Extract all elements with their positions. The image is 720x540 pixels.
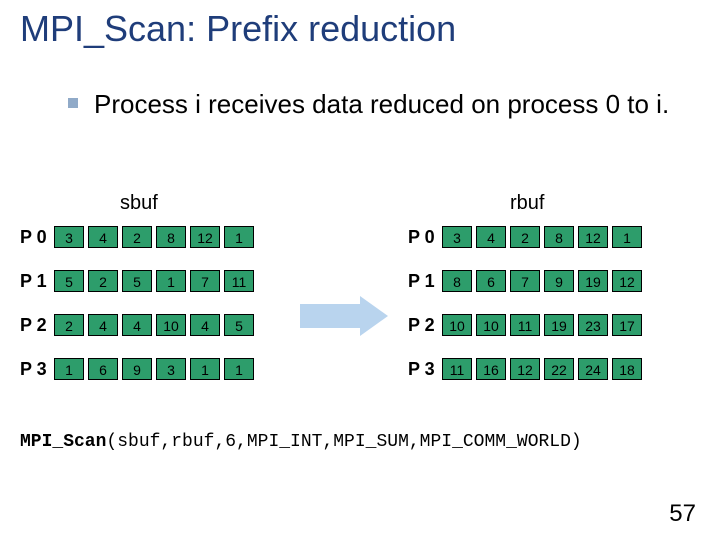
cell: 3 — [442, 226, 472, 248]
cell: 10 — [476, 314, 506, 336]
cell: 12 — [612, 270, 642, 292]
cells: 2 4 4 10 4 5 — [54, 314, 258, 336]
cells: 1 6 9 3 1 1 — [54, 358, 258, 380]
cell: 3 — [54, 226, 84, 248]
rbuf-grid: P 0 3 4 2 8 12 1 P 1 8 6 7 9 19 12 P 2 — [408, 224, 646, 400]
cell: 8 — [156, 226, 186, 248]
cell: 2 — [122, 226, 152, 248]
cell: 12 — [510, 358, 540, 380]
cell: 4 — [88, 226, 118, 248]
cell: 2 — [510, 226, 540, 248]
cell: 11 — [510, 314, 540, 336]
cell: 4 — [122, 314, 152, 336]
cell: 18 — [612, 358, 642, 380]
proc-label: P 3 — [20, 359, 54, 380]
cell: 1 — [224, 358, 254, 380]
cell: 10 — [442, 314, 472, 336]
bullet-item: Process i receives data reduced on proce… — [68, 88, 680, 121]
cell: 12 — [190, 226, 220, 248]
cell: 19 — [578, 270, 608, 292]
rbuf-label: rbuf — [510, 192, 544, 215]
cell: 19 — [544, 314, 574, 336]
page-number: 57 — [669, 500, 696, 528]
slide: MPI_Scan: Prefix reduction Process i rec… — [0, 0, 720, 540]
bullet-text: Process i receives data reduced on proce… — [94, 88, 669, 121]
table-row: P 3 11 16 12 22 24 18 — [408, 356, 646, 382]
proc-label: P 2 — [408, 315, 442, 336]
table-row: P 2 10 10 11 19 23 17 — [408, 312, 646, 338]
table-row: P 3 1 6 9 3 1 1 — [20, 356, 258, 382]
cell: 12 — [578, 226, 608, 248]
table-row: P 1 5 2 5 1 7 11 — [20, 268, 258, 294]
cell: 9 — [544, 270, 574, 292]
table-row: P 0 3 4 2 8 12 1 — [408, 224, 646, 250]
table-row: P 2 2 4 4 10 4 5 — [20, 312, 258, 338]
cell: 11 — [224, 270, 254, 292]
proc-label: P 3 — [408, 359, 442, 380]
cells: 3 4 2 8 12 1 — [54, 226, 258, 248]
cell: 6 — [88, 358, 118, 380]
cell: 1 — [156, 270, 186, 292]
cells: 10 10 11 19 23 17 — [442, 314, 646, 336]
cell: 5 — [54, 270, 84, 292]
code-line: MPI_Scan(sbuf,rbuf,6,MPI_INT,MPI_SUM,MPI… — [20, 432, 582, 452]
proc-label: P 1 — [408, 271, 442, 292]
cell: 22 — [544, 358, 574, 380]
cell: 1 — [54, 358, 84, 380]
cells: 11 16 12 22 24 18 — [442, 358, 646, 380]
table-row: P 1 8 6 7 9 19 12 — [408, 268, 646, 294]
cell: 2 — [54, 314, 84, 336]
cells: 8 6 7 9 19 12 — [442, 270, 646, 292]
cell: 3 — [156, 358, 186, 380]
cell: 8 — [442, 270, 472, 292]
cell: 7 — [510, 270, 540, 292]
arrow-icon — [300, 296, 390, 336]
cell: 8 — [544, 226, 574, 248]
proc-label: P 0 — [408, 227, 442, 248]
cell: 11 — [442, 358, 472, 380]
cell: 1 — [224, 226, 254, 248]
cell: 17 — [612, 314, 642, 336]
cell: 1 — [612, 226, 642, 248]
proc-label: P 2 — [20, 315, 54, 336]
slide-title: MPI_Scan: Prefix reduction — [20, 8, 456, 50]
cell: 5 — [224, 314, 254, 336]
cell: 5 — [122, 270, 152, 292]
bullet-icon — [68, 98, 78, 108]
sbuf-grid: P 0 3 4 2 8 12 1 P 1 5 2 5 1 7 11 P 2 — [20, 224, 258, 400]
cell: 2 — [88, 270, 118, 292]
cell: 6 — [476, 270, 506, 292]
cell: 24 — [578, 358, 608, 380]
sbuf-label: sbuf — [120, 192, 158, 215]
cell: 4 — [88, 314, 118, 336]
cell: 1 — [190, 358, 220, 380]
table-row: P 0 3 4 2 8 12 1 — [20, 224, 258, 250]
proc-label: P 1 — [20, 271, 54, 292]
cell: 23 — [578, 314, 608, 336]
cell: 9 — [122, 358, 152, 380]
proc-label: P 0 — [20, 227, 54, 248]
cell: 4 — [190, 314, 220, 336]
cell: 7 — [190, 270, 220, 292]
cell: 16 — [476, 358, 506, 380]
cell: 4 — [476, 226, 506, 248]
code-fn: MPI_Scan — [20, 432, 106, 452]
cells: 5 2 5 1 7 11 — [54, 270, 258, 292]
cells: 3 4 2 8 12 1 — [442, 226, 646, 248]
code-args: (sbuf,rbuf,6,MPI_INT,MPI_SUM,MPI_COMM_WO… — [106, 432, 581, 452]
cell: 10 — [156, 314, 186, 336]
